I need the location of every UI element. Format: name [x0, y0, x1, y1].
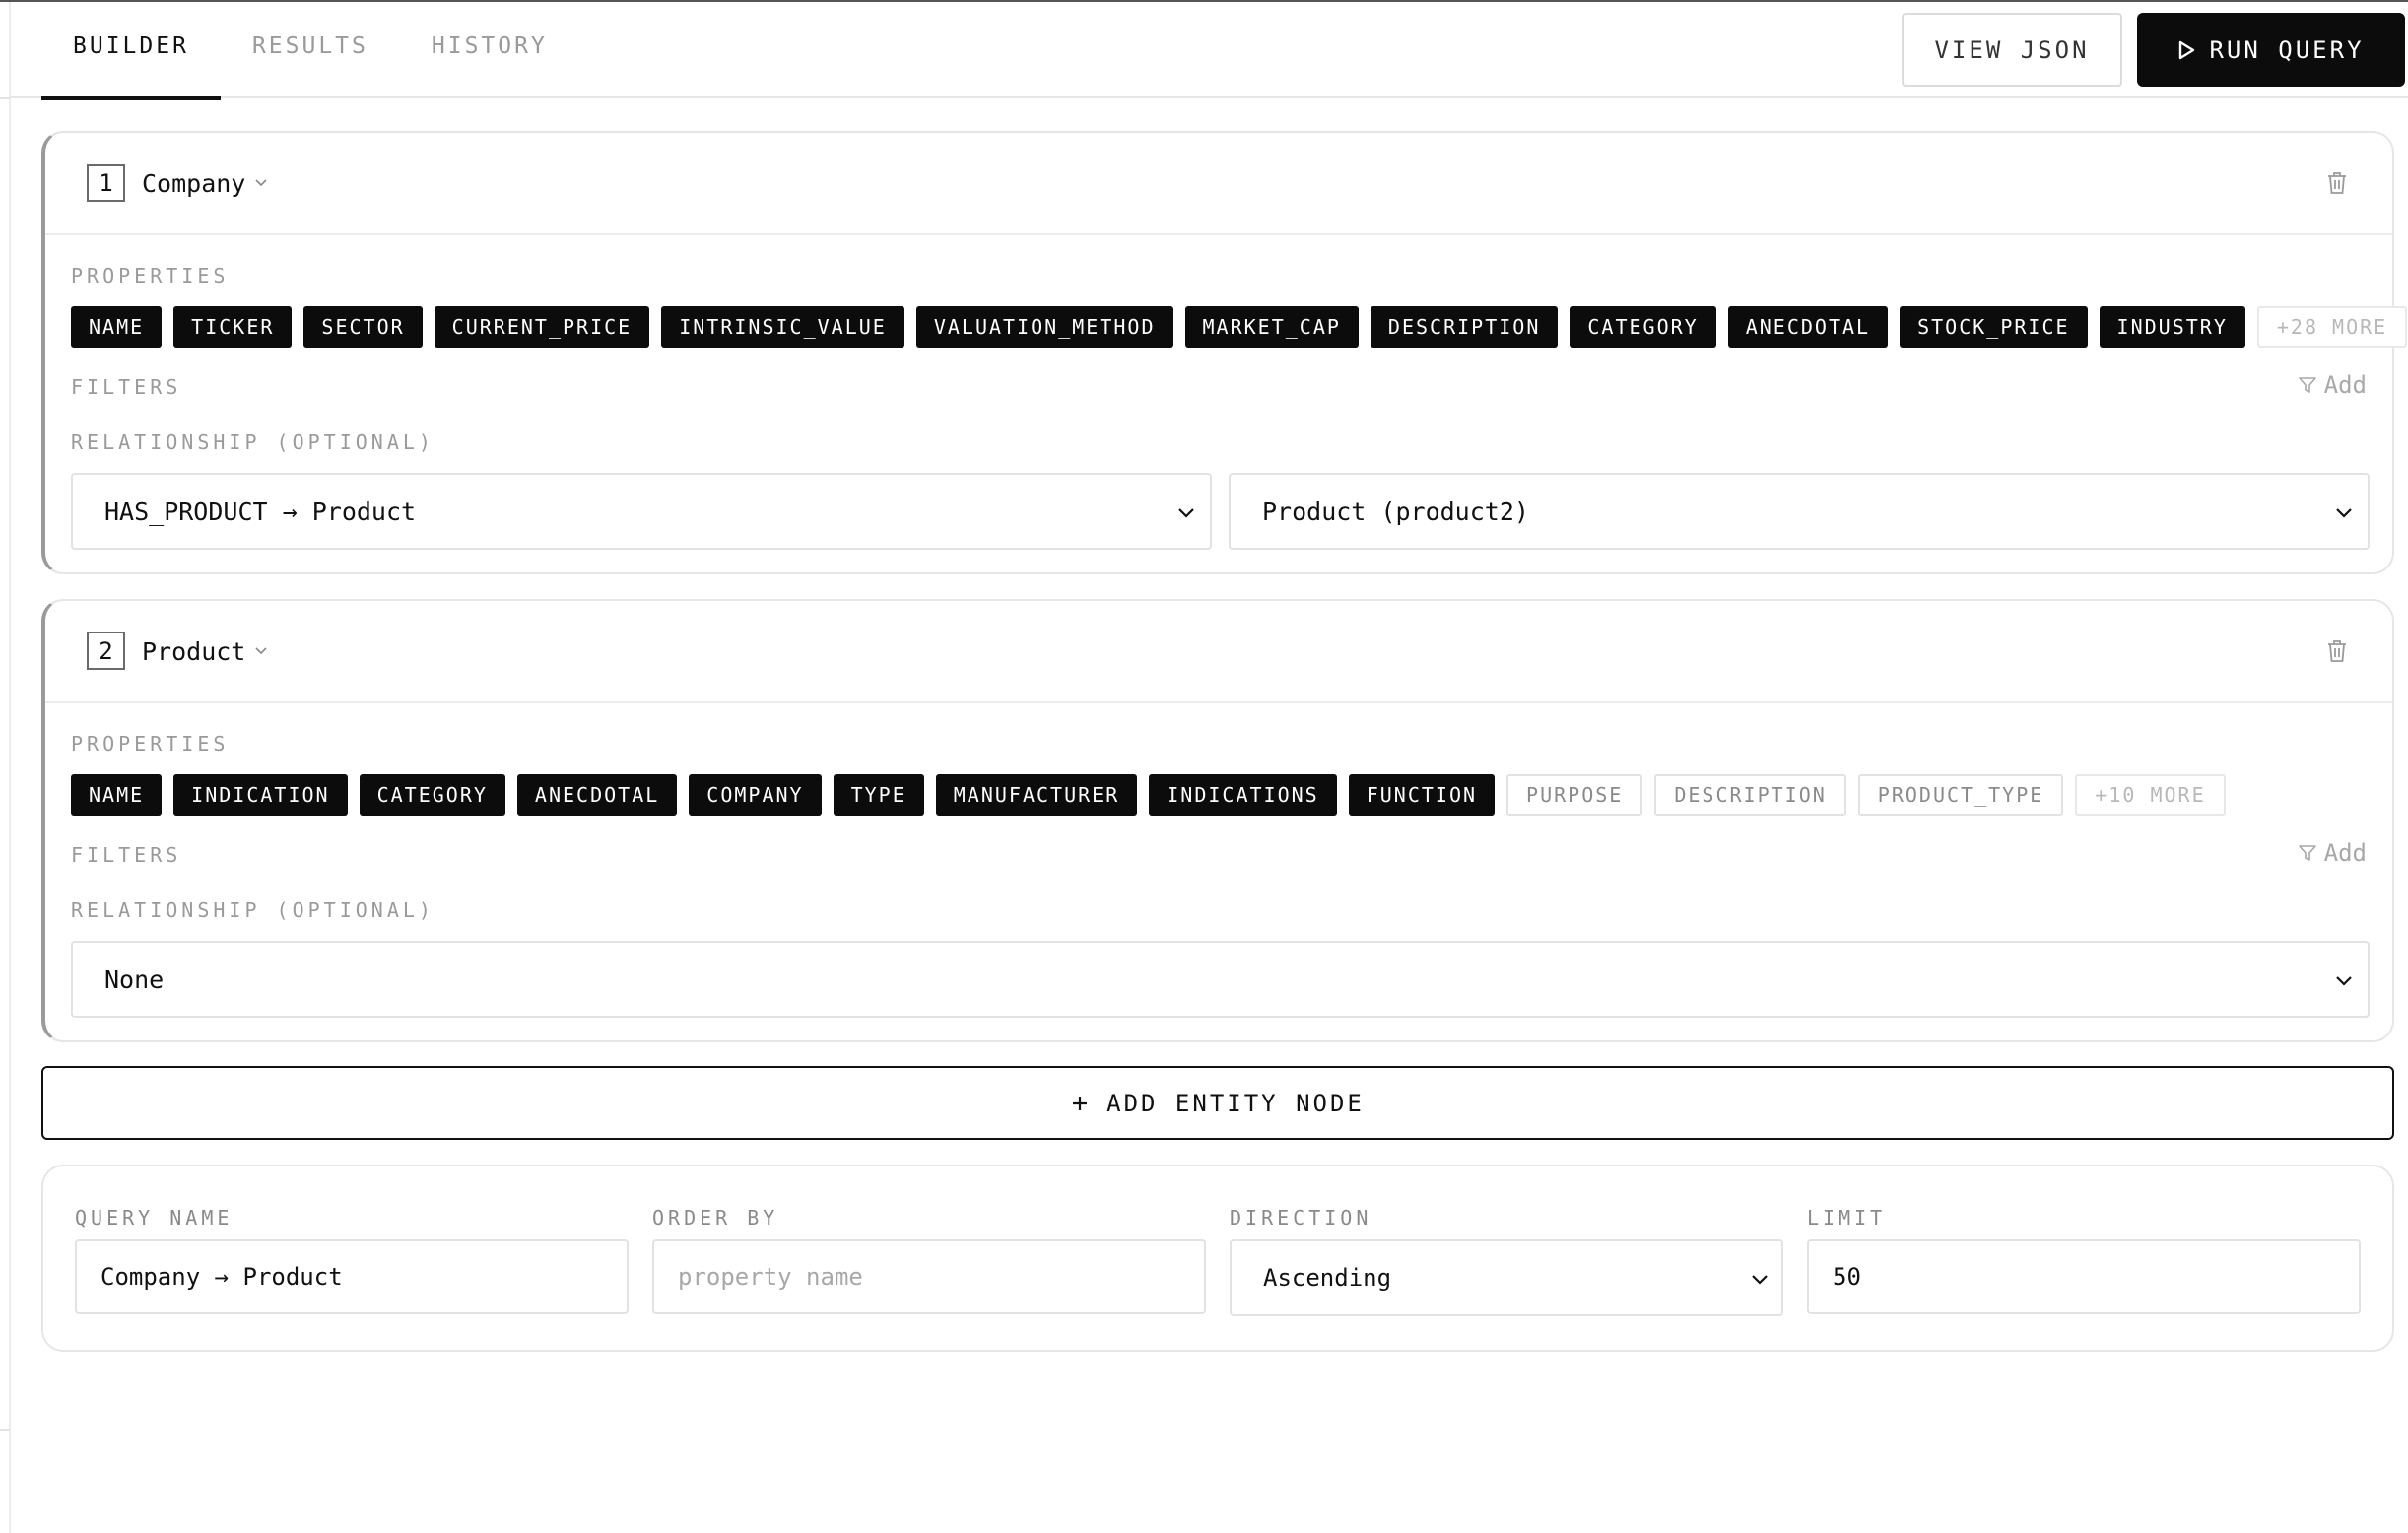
- chevron-down-icon: [2336, 508, 2352, 518]
- filters-label: FILTERS: [71, 843, 182, 867]
- chevron-down-icon: [2336, 976, 2352, 986]
- more-properties-chip[interactable]: +10 MORE: [2075, 774, 2226, 816]
- property-chip[interactable]: INDICATION: [173, 774, 348, 816]
- add-entity-node-label: ADD ENTITY NODE: [1106, 1089, 1365, 1117]
- target-node-select[interactable]: Product (product2): [1229, 473, 2370, 550]
- limit-field[interactable]: [1807, 1239, 2361, 1314]
- property-chip[interactable]: TYPE: [833, 774, 924, 816]
- tab-builder[interactable]: BUILDER: [41, 2, 221, 100]
- order-by-field[interactable]: [652, 1239, 1206, 1314]
- property-chip[interactable]: SECTOR: [303, 306, 423, 348]
- add-entity-node-button[interactable]: ADD ENTITY NODE: [41, 1066, 2394, 1140]
- query-name-label: QUERY NAME: [75, 1206, 234, 1230]
- more-properties-chip[interactable]: +28 MORE: [2256, 306, 2408, 348]
- property-chip[interactable]: CURRENT_PRICE: [434, 306, 650, 348]
- filter-icon: [2298, 845, 2316, 861]
- entity-node-card: 2 Product PROPERTIES NAME INDICATION CATEG…: [41, 599, 2394, 1042]
- entity-node-header: 2 Product: [45, 601, 2392, 703]
- tab-results[interactable]: RESULTS: [221, 2, 400, 98]
- entity-type-select[interactable]: Product: [142, 633, 267, 670]
- direction-label: DIRECTION: [1230, 1206, 1372, 1230]
- relationship-label: RELATIONSHIP (OPTIONAL): [71, 431, 435, 454]
- chevron-down-icon: [1178, 508, 1194, 518]
- chevron-down-icon: [1752, 1275, 1768, 1285]
- entity-type-label: Company: [142, 168, 246, 198]
- chevron-down-icon: [255, 179, 267, 187]
- tab-history[interactable]: HISTORY: [400, 2, 579, 98]
- run-query-label: RUN QUERY: [2209, 35, 2365, 64]
- property-chip[interactable]: INDICATIONS: [1149, 774, 1337, 816]
- view-json-button[interactable]: VIEW JSON: [1902, 13, 2122, 87]
- node-index-badge: 2: [87, 632, 125, 670]
- left-divider-tick: [0, 97, 10, 99]
- property-chip[interactable]: INTRINSIC_VALUE: [661, 306, 904, 348]
- direction-select[interactable]: Ascending: [1230, 1239, 1783, 1316]
- property-chip[interactable]: PRODUCT_TYPE: [1857, 774, 2064, 816]
- property-chip[interactable]: ANECDOTAL: [516, 774, 678, 816]
- add-filter-button[interactable]: Add: [2298, 839, 2367, 867]
- property-chip[interactable]: CATEGORY: [359, 774, 505, 816]
- node-index-badge: 1: [87, 164, 125, 202]
- property-chip[interactable]: FUNCTION: [1348, 774, 1496, 816]
- property-chip[interactable]: VALUATION_METHOD: [915, 306, 1173, 348]
- play-icon: [2179, 40, 2195, 59]
- entity-type-label: Product: [142, 636, 246, 666]
- property-chip[interactable]: NAME: [71, 306, 163, 348]
- property-chip[interactable]: STOCK_PRICE: [1900, 306, 2088, 348]
- top-bar: BUILDER RESULTS HISTORY VIEW JSON RUN QU…: [11, 2, 2408, 100]
- relationship-value: None: [104, 965, 165, 994]
- property-chip[interactable]: DESCRIPTION: [1654, 774, 1846, 816]
- add-filter-button[interactable]: Add: [2298, 371, 2367, 399]
- properties-label: PROPERTIES: [71, 732, 230, 756]
- query-settings-panel: QUERY NAME ORDER BY DIRECTION Ascending …: [41, 1165, 2394, 1352]
- entity-node-header: 1 Company: [45, 133, 2392, 235]
- property-chip[interactable]: PURPOSE: [1506, 774, 1643, 816]
- add-filter-label: Add: [2323, 839, 2367, 867]
- direction-value: Ascending: [1263, 1264, 1392, 1292]
- run-query-button[interactable]: RUN QUERY: [2137, 13, 2405, 87]
- relationship-label: RELATIONSHIP (OPTIONAL): [71, 899, 435, 922]
- order-by-label: ORDER BY: [652, 1206, 779, 1230]
- left-divider: [9, 2, 11, 1533]
- tab-bar: BUILDER RESULTS HISTORY: [41, 2, 579, 100]
- chevron-down-icon: [255, 647, 267, 655]
- property-chip-list: NAME TICKER SECTOR CURRENT_PRICE INTRINSIC_V…: [71, 306, 2408, 348]
- add-filter-label: Add: [2323, 371, 2367, 399]
- property-chip[interactable]: COMPANY: [689, 774, 822, 816]
- filter-icon: [2298, 377, 2316, 393]
- left-divider-tick: [0, 1429, 10, 1431]
- relationship-value: HAS_PRODUCT → Product: [104, 497, 417, 526]
- entity-type-select[interactable]: Company: [142, 165, 267, 202]
- plus-icon: [1073, 1096, 1088, 1110]
- target-node-value: Product (product2): [1262, 497, 1529, 526]
- property-chip[interactable]: ANECDOTAL: [1727, 306, 1889, 348]
- relationship-select[interactable]: None: [71, 941, 2370, 1018]
- entity-node-card: 1 Company PROPERTIES NAME TICKER SECTOR CUR…: [41, 131, 2408, 574]
- view-json-label: VIEW JSON: [1934, 35, 2090, 64]
- property-chip[interactable]: TICKER: [173, 306, 293, 348]
- property-chip[interactable]: CATEGORY: [1570, 306, 1716, 348]
- properties-label: PROPERTIES: [71, 264, 230, 288]
- query-name-field[interactable]: [75, 1239, 629, 1314]
- property-chip[interactable]: INDUSTRY: [2099, 306, 2245, 348]
- property-chip[interactable]: MARKET_CAP: [1184, 306, 1359, 348]
- relationship-select[interactable]: HAS_PRODUCT → Product: [71, 473, 1212, 550]
- filters-label: FILTERS: [71, 375, 182, 399]
- trash-icon[interactable]: [2325, 170, 2349, 196]
- trash-icon[interactable]: [2325, 638, 2349, 664]
- property-chip[interactable]: MANUFACTURER: [935, 774, 1138, 816]
- property-chip[interactable]: DESCRIPTION: [1370, 306, 1559, 348]
- property-chip[interactable]: NAME: [71, 774, 163, 816]
- limit-label: LIMIT: [1807, 1206, 1887, 1230]
- query-builder-page: BUILDER RESULTS HISTORY VIEW JSON RUN QU…: [0, 0, 2408, 1533]
- property-chip-list: NAME INDICATION CATEGORY ANECDOTAL COMPANY TY…: [71, 774, 2226, 816]
